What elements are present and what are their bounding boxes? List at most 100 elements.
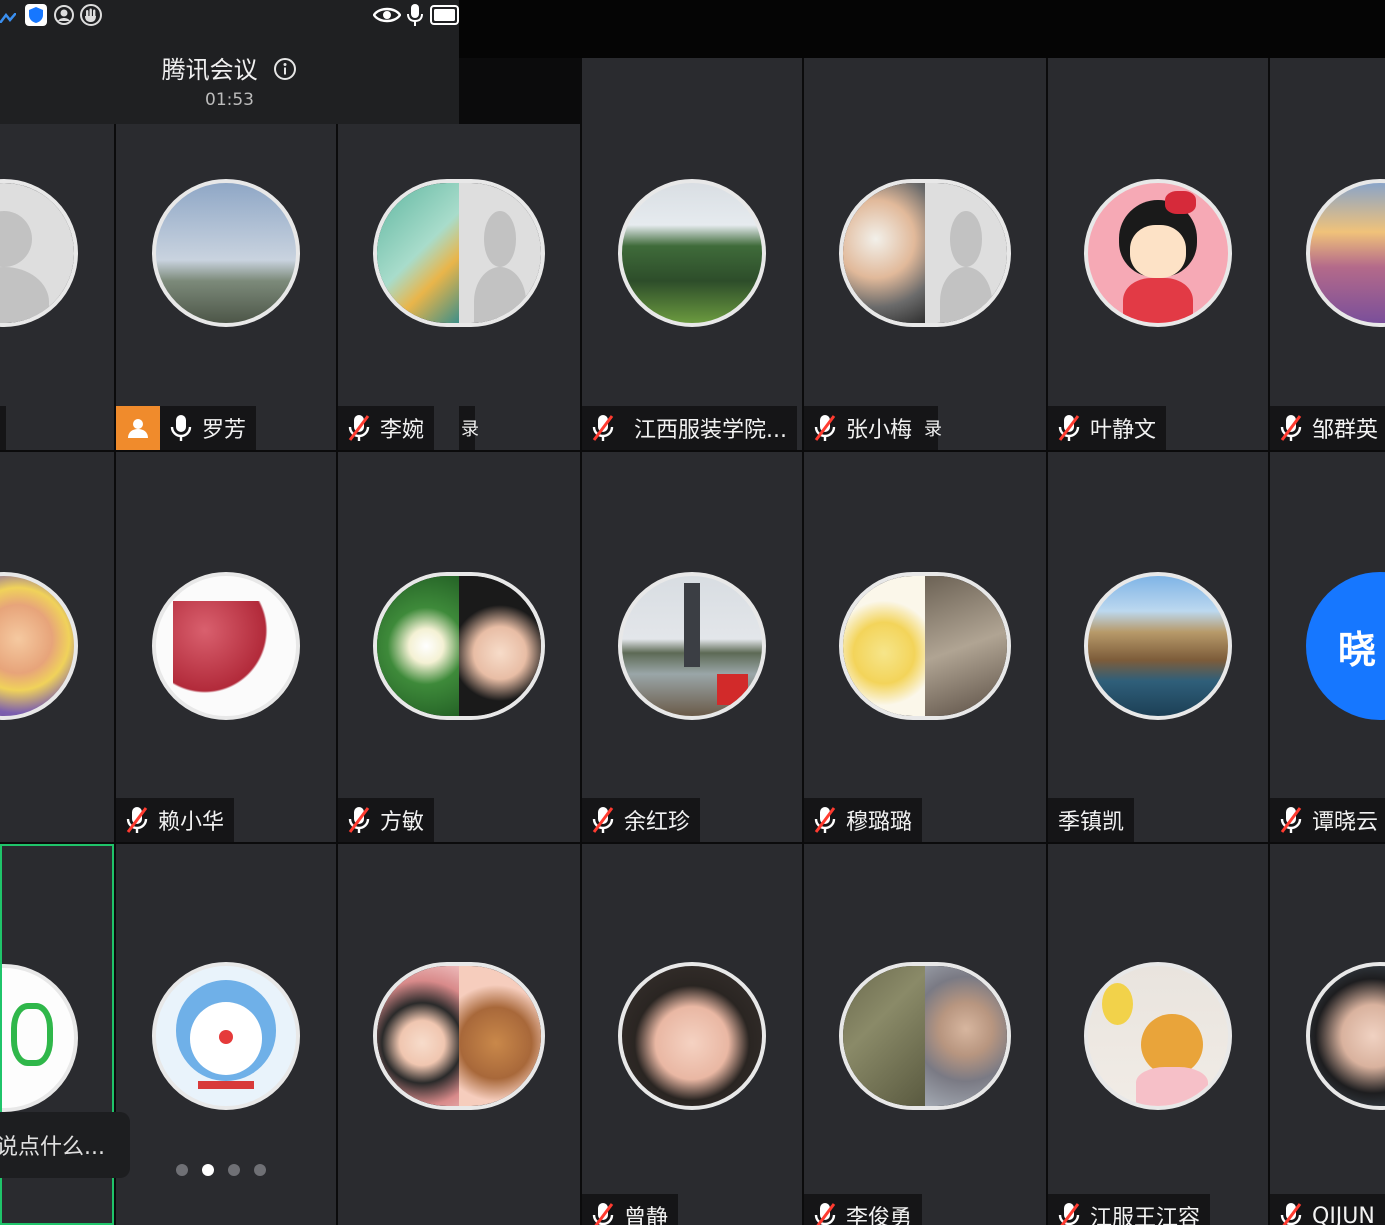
eye-icon [372,6,402,24]
overflow-label: 录 [459,406,479,450]
overflow-label: 录 [922,406,942,450]
avatar [152,179,300,327]
mic-muted-icon [124,805,150,835]
video-tile[interactable]: 叶静文 [1048,58,1268,450]
participant-name: QIJUN [1312,1203,1375,1225]
name-label [0,406,6,450]
video-tile[interactable] [0,452,114,842]
participant-name: 江服王江容 [1090,1206,1201,1225]
name-label: 方敏 [338,798,435,842]
participant-name: 方敏 [380,810,425,835]
mic-muted-icon [812,1201,838,1225]
user-circle-icon [53,4,75,26]
mic-muted-icon [590,1201,616,1225]
avatar [152,962,300,1110]
participant-name: 叶静文 [1090,418,1157,443]
name-label: 邹群英 [1270,406,1385,450]
mic-muted-icon [1056,413,1082,443]
video-tile[interactable]: 季镇凯 [1048,452,1268,842]
hand-icon [80,4,102,26]
avatar [1084,962,1232,1110]
name-label: 季镇凯 [1048,798,1135,842]
video-tile[interactable]: 曾静 [582,844,802,1225]
avatar [1084,179,1232,327]
participant-name: 赖小华 [158,810,225,835]
mic-muted-icon [812,413,838,443]
name-label: 江服王江容 [1048,1194,1211,1225]
page-indicator[interactable] [176,1164,266,1176]
participant-name: 季镇凯 [1058,810,1125,835]
mic-muted-icon [590,413,616,443]
participant-name: 谭晓云 [1312,810,1379,835]
mic-muted-icon [1278,413,1304,443]
video-tile[interactable]: 晓 谭晓云 [1270,452,1385,842]
avatar [1306,179,1385,327]
avatar [618,179,766,327]
meeting-title[interactable]: 腾讯会议 [0,50,459,85]
page-dot[interactable] [254,1164,266,1176]
video-tile[interactable]: 余红珍 [582,452,802,842]
mic-muted-icon [812,805,838,835]
meeting-header: 腾讯会议 01:53 [0,0,459,124]
avatar: 晓 [1306,572,1385,720]
meeting-title-text: 腾讯会议 [161,56,258,84]
host-icon [116,406,160,450]
video-tile[interactable]: 罗芳 [116,124,336,450]
name-label: 曾静 [582,1194,679,1225]
video-tile[interactable]: 邹群英 [1270,58,1385,450]
page-dot[interactable] [176,1164,188,1176]
video-tile[interactable]: 张小梅 录 [804,58,1046,450]
video-tile[interactable]: 赖小华 [116,452,336,842]
avatar [618,962,766,1110]
mic-muted-icon [1278,1201,1304,1225]
avatar [2,964,78,1112]
page-dot-active[interactable] [202,1164,214,1176]
mic-muted-icon [346,805,372,835]
chat-placeholder: 说点什么... [0,1135,105,1160]
avatar [839,572,1011,720]
participant-name: 余红珍 [624,810,691,835]
avatar [0,179,78,327]
video-tile[interactable]: 穆璐璐 [804,452,1046,842]
name-label: 李婉 [338,406,435,450]
avatar [839,179,1011,327]
page-dot[interactable] [228,1164,240,1176]
participant-name: 曾静 [624,1206,669,1225]
mic-muted-icon [1056,1201,1082,1225]
name-label: 余红珍 [582,798,701,842]
name-label: 谭晓云 [1270,798,1385,842]
meeting-duration: 01:53 [205,90,254,110]
avatar [618,572,766,720]
video-tile[interactable]: QIJUN [1270,844,1385,1225]
video-tile[interactable]: 方敏 [338,452,580,842]
participant-name: 江西服装学院... [634,418,787,443]
status-bar [0,0,459,30]
shield-icon [25,4,47,26]
name-label: 江西服装学院... [582,406,797,450]
video-tile[interactable]: 李婉 录 [338,124,580,450]
avatar [373,962,545,1110]
participant-name: 穆璐璐 [846,810,913,835]
avatar [1306,962,1385,1110]
avatar [0,572,78,720]
video-tile[interactable] [338,844,580,1225]
avatar [839,962,1011,1110]
name-label: 张小梅 [804,406,923,450]
video-tile[interactable]: 江服王江容 [1048,844,1268,1225]
avatar-initial: 晓 [1338,627,1377,672]
battery-icon [430,5,459,25]
name-label: 赖小华 [116,798,235,842]
signal-icon [0,8,17,24]
name-label: QIJUN [1270,1194,1385,1225]
name-label: 叶静文 [1048,406,1167,450]
info-icon[interactable] [273,57,297,81]
participant-name: 李婉 [380,418,425,443]
participant-name: 邹群英 [1312,418,1379,443]
avatar [152,572,300,720]
mic-icon [406,3,424,27]
video-tile[interactable]: 李俊勇 [804,844,1046,1225]
chat-input[interactable]: 说点什么... [0,1112,130,1178]
avatar [373,572,545,720]
video-tile[interactable]: 江西服装学院... [582,58,802,450]
participant-name: 罗芳 [202,418,247,443]
